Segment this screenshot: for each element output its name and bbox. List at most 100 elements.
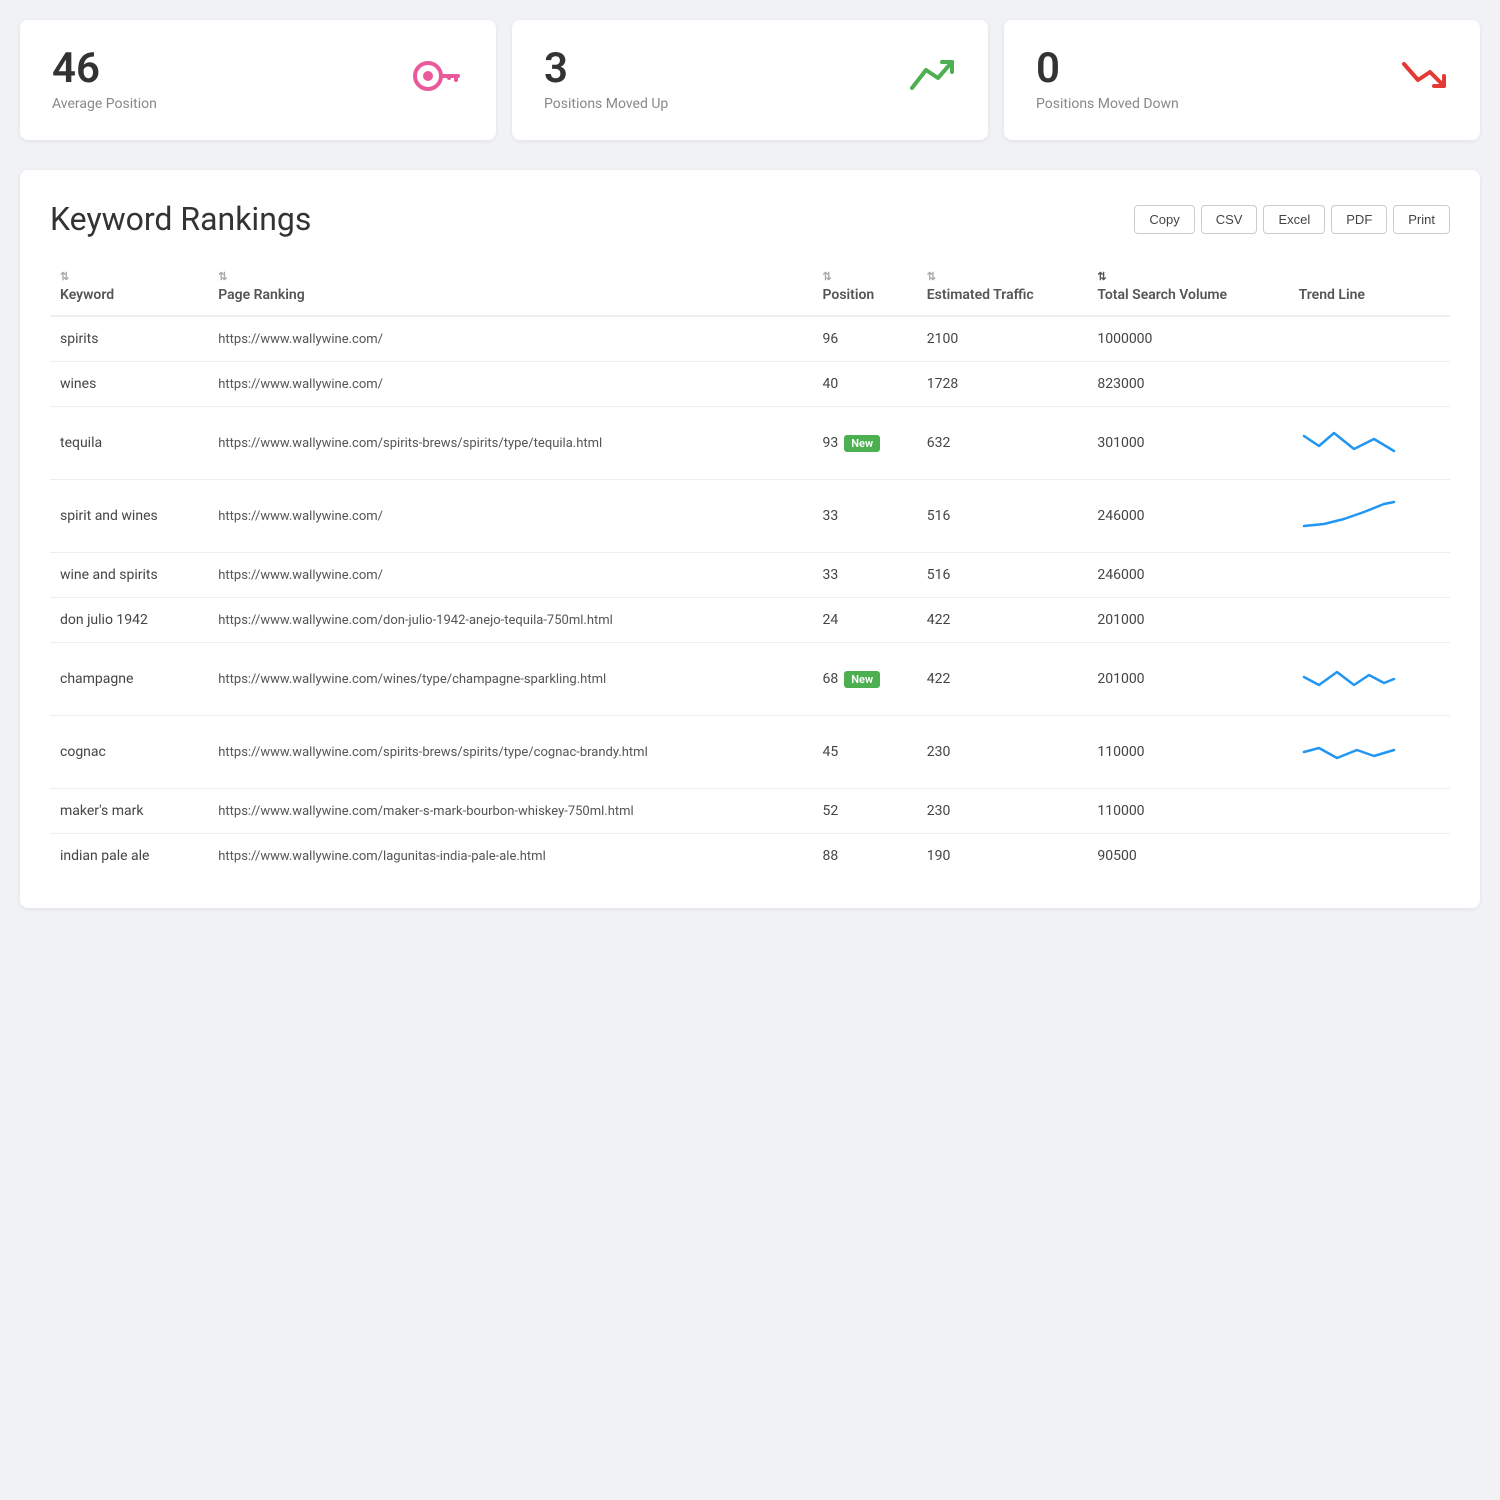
trend-cell — [1289, 553, 1450, 598]
avg-position-label: Average Position — [52, 96, 157, 112]
volume-cell: 823000 — [1087, 362, 1288, 407]
table-row: spirits https://www.wallywine.com/ 96 21… — [50, 316, 1450, 362]
rankings-table: ⇅ Keyword ⇅ Page Ranking ⇅ Position ⇅ Es… — [50, 262, 1450, 878]
copy-button[interactable]: Copy — [1134, 205, 1194, 234]
volume-cell: 301000 — [1087, 407, 1288, 480]
url-cell: https://www.wallywine.com/don-julio-1942… — [208, 598, 812, 643]
print-button[interactable]: Print — [1393, 205, 1450, 234]
table-row: spirit and wines https://www.wallywine.c… — [50, 480, 1450, 553]
position-cell: 24 — [813, 598, 917, 643]
sort-icon-estimated-traffic: ⇅ — [927, 270, 1078, 283]
traffic-cell: 1728 — [917, 362, 1088, 407]
stat-text-avg-position: 46 Average Position — [52, 48, 157, 112]
keyword-cell: cognac — [50, 716, 208, 789]
traffic-cell: 516 — [917, 553, 1088, 598]
volume-cell: 201000 — [1087, 598, 1288, 643]
keyword-cell: wines — [50, 362, 208, 407]
key-icon — [412, 58, 464, 103]
positions-up-label: Positions Moved Up — [544, 96, 668, 112]
trend-cell — [1289, 407, 1450, 480]
trend-cell — [1289, 316, 1450, 362]
col-keyword[interactable]: ⇅ Keyword — [50, 262, 208, 316]
sort-icon-page-ranking: ⇅ — [218, 270, 802, 283]
traffic-cell: 230 — [917, 789, 1088, 834]
traffic-cell: 422 — [917, 598, 1088, 643]
keyword-cell: spirits — [50, 316, 208, 362]
table-row: don julio 1942 https://www.wallywine.com… — [50, 598, 1450, 643]
keyword-cell: indian pale ale — [50, 834, 208, 879]
col-page-ranking[interactable]: ⇅ Page Ranking — [208, 262, 812, 316]
avg-position-number: 46 — [52, 48, 157, 90]
volume-cell: 246000 — [1087, 553, 1288, 598]
traffic-cell: 422 — [917, 643, 1088, 716]
stat-card-positions-up: 3 Positions Moved Up — [512, 20, 988, 140]
keyword-cell: wine and spirits — [50, 553, 208, 598]
stat-cards-container: 46 Average Position 3 Positions Moved Up — [20, 20, 1480, 140]
traffic-cell: 632 — [917, 407, 1088, 480]
page-title: Keyword Rankings — [50, 200, 311, 238]
position-cell: 45 — [813, 716, 917, 789]
panel-header: Keyword Rankings Copy CSV Excel PDF Prin… — [50, 200, 1450, 238]
trend-cell — [1289, 834, 1450, 879]
table-header-row: ⇅ Keyword ⇅ Page Ranking ⇅ Position ⇅ Es… — [50, 262, 1450, 316]
position-cell: 52 — [813, 789, 917, 834]
position-cell: 88 — [813, 834, 917, 879]
keyword-cell: don julio 1942 — [50, 598, 208, 643]
url-cell: https://www.wallywine.com/spirits-brews/… — [208, 407, 812, 480]
col-position[interactable]: ⇅ Position — [813, 262, 917, 316]
url-cell: https://www.wallywine.com/ — [208, 316, 812, 362]
stat-card-positions-down: 0 Positions Moved Down — [1004, 20, 1480, 140]
trend-cell — [1289, 480, 1450, 553]
stat-text-positions-down: 0 Positions Moved Down — [1036, 48, 1179, 112]
trend-cell — [1289, 598, 1450, 643]
position-cell: 93New — [813, 407, 917, 480]
url-cell: https://www.wallywine.com/spirits-brews/… — [208, 716, 812, 789]
table-row: indian pale ale https://www.wallywine.co… — [50, 834, 1450, 879]
position-cell: 33 — [813, 480, 917, 553]
positions-down-label: Positions Moved Down — [1036, 96, 1179, 112]
volume-cell: 1000000 — [1087, 316, 1288, 362]
arrow-down-icon — [1400, 56, 1448, 105]
pdf-button[interactable]: PDF — [1331, 205, 1387, 234]
volume-cell: 246000 — [1087, 480, 1288, 553]
position-cell: 40 — [813, 362, 917, 407]
traffic-cell: 230 — [917, 716, 1088, 789]
main-panel: Keyword Rankings Copy CSV Excel PDF Prin… — [20, 170, 1480, 908]
traffic-cell: 190 — [917, 834, 1088, 879]
export-buttons: Copy CSV Excel PDF Print — [1134, 205, 1450, 234]
url-cell: https://www.wallywine.com/wines/type/cha… — [208, 643, 812, 716]
table-row: cognac https://www.wallywine.com/spirits… — [50, 716, 1450, 789]
positions-down-number: 0 — [1036, 48, 1179, 90]
stat-card-avg-position: 46 Average Position — [20, 20, 496, 140]
traffic-cell: 2100 — [917, 316, 1088, 362]
trend-cell — [1289, 789, 1450, 834]
volume-cell: 201000 — [1087, 643, 1288, 716]
excel-button[interactable]: Excel — [1263, 205, 1325, 234]
trend-cell — [1289, 716, 1450, 789]
keyword-cell: tequila — [50, 407, 208, 480]
url-cell: https://www.wallywine.com/ — [208, 362, 812, 407]
url-cell: https://www.wallywine.com/maker-s-mark-b… — [208, 789, 812, 834]
keyword-cell: maker's mark — [50, 789, 208, 834]
sort-icon-keyword: ⇅ — [60, 270, 198, 283]
col-total-search-volume[interactable]: ⇅ Total Search Volume — [1087, 262, 1288, 316]
trend-cell — [1289, 643, 1450, 716]
col-estimated-traffic[interactable]: ⇅ Estimated Traffic — [917, 262, 1088, 316]
col-trend-line: Trend Line — [1289, 262, 1450, 316]
table-row: wines https://www.wallywine.com/ 40 1728… — [50, 362, 1450, 407]
sort-icon-position: ⇅ — [823, 270, 907, 283]
csv-button[interactable]: CSV — [1201, 205, 1258, 234]
volume-cell: 110000 — [1087, 789, 1288, 834]
sort-icon-total-search-volume: ⇅ — [1097, 270, 1278, 283]
keyword-cell: spirit and wines — [50, 480, 208, 553]
position-cell: 68New — [813, 643, 917, 716]
table-row: maker's mark https://www.wallywine.com/m… — [50, 789, 1450, 834]
stat-text-positions-up: 3 Positions Moved Up — [544, 48, 668, 112]
url-cell: https://www.wallywine.com/lagunitas-indi… — [208, 834, 812, 879]
table-row: champagne https://www.wallywine.com/wine… — [50, 643, 1450, 716]
position-cell: 96 — [813, 316, 917, 362]
position-cell: 33 — [813, 553, 917, 598]
table-row: tequila https://www.wallywine.com/spirit… — [50, 407, 1450, 480]
positions-up-number: 3 — [544, 48, 668, 90]
url-cell: https://www.wallywine.com/ — [208, 480, 812, 553]
